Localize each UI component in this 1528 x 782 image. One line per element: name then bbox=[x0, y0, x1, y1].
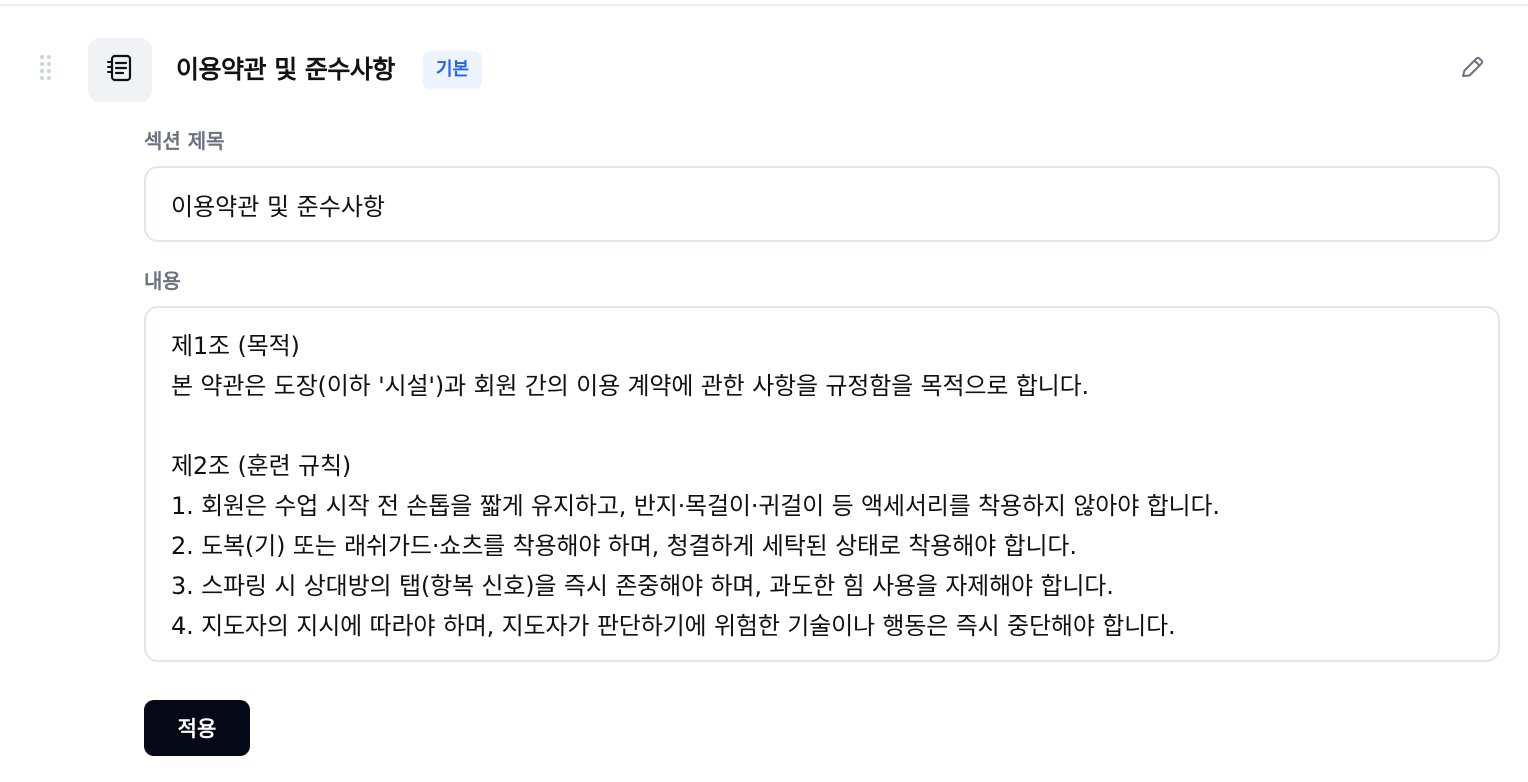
section-title-label: 섹션 제목 bbox=[144, 129, 225, 153]
content-line-2: 본 약관은 도장(이하 '시설')과 회원 간의 이용 계약에 관한 사항을 규… bbox=[171, 372, 1090, 400]
drag-handle-icon[interactable] bbox=[38, 54, 56, 84]
section-icon-box bbox=[88, 38, 152, 102]
top-divider bbox=[0, 4, 1528, 6]
content-line-7: 3. 스파링 시 상대방의 탭(항복 신호)을 즉시 존중해야 하며, 과도한 … bbox=[171, 572, 1114, 600]
section-title: 이용약관 및 준수사항 bbox=[176, 55, 395, 84]
content-line-6: 2. 도복(기) 또는 래쉬가드·쇼츠를 착용해야 하며, 청결하게 세탁된 상… bbox=[171, 532, 1077, 560]
content-line-1: 제1조 (목적) bbox=[171, 332, 300, 360]
document-list-icon bbox=[105, 53, 135, 87]
content-line-8: 4. 지도자의 지시에 따라야 하며, 지도자가 판단하기에 위험한 기술이나 … bbox=[171, 612, 1176, 640]
content-line-5: 1. 회원은 수업 시작 전 손톱을 짧게 유지하고, 반지·목걸이·귀걸이 등… bbox=[171, 492, 1220, 520]
content-textarea[interactable]: 제1조 (목적) 본 약관은 도장(이하 '시설')과 회원 간의 이용 계약에… bbox=[144, 306, 1500, 662]
edit-section-button[interactable] bbox=[1452, 50, 1492, 90]
content-line-4: 제2조 (훈련 규칙) bbox=[171, 452, 352, 480]
content-line-3 bbox=[171, 406, 1473, 446]
pencil-icon bbox=[1458, 54, 1486, 86]
content-label: 내용 bbox=[144, 269, 181, 293]
apply-button[interactable]: 적용 bbox=[144, 700, 250, 756]
section-title-input[interactable] bbox=[144, 166, 1500, 242]
default-badge: 기본 bbox=[423, 51, 482, 89]
